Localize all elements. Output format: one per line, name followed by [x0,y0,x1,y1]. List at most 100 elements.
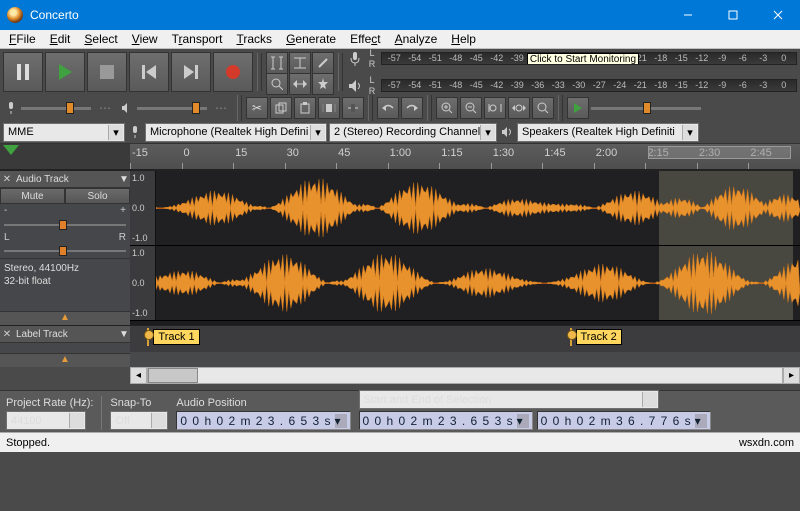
waveform-left[interactable]: 1.00.0-1.0 [130,171,800,246]
meter-hint: Click to Start Monitoring [527,53,639,65]
position-label: Audio Position [176,397,350,409]
pan-slider[interactable] [4,244,126,257]
envelope-tool-icon[interactable] [289,52,311,74]
close-track-button[interactable]: ✕ [0,329,14,340]
close-button[interactable] [755,0,800,30]
copy-button[interactable] [270,97,292,119]
recording-device-combo[interactable]: Microphone (Realtek High Defini▾ [145,123,327,142]
menu-select[interactable]: SelectSelect [77,31,124,47]
multi-tool-icon[interactable] [312,73,334,95]
edit-toolbar: ⋯ ⋯ ✂ [0,95,800,121]
silence-button[interactable] [342,97,364,119]
label-marker[interactable]: Track 1 [143,328,199,346]
track-name[interactable]: Label Track [14,329,118,340]
skip-start-button[interactable] [129,52,169,92]
mic-icon[interactable] [347,46,363,72]
maximize-button[interactable] [710,0,755,30]
recording-meter[interactable]: -57-54-51-48-45-42-39-36-33-30-27-24-21-… [381,52,797,65]
loop-region[interactable] [648,146,791,159]
mute-button[interactable]: Mute [0,188,65,204]
window-title: Concerto [30,8,79,22]
timeshift-tool-icon[interactable] [289,73,311,95]
transport-toolbar: L R -57-54-51-48-45-42-39-36-33-30-27-24… [0,49,800,95]
zoom-in-button[interactable] [436,97,458,119]
fit-selection-button[interactable] [484,97,506,119]
menu-generate[interactable]: GenerateGenerate [279,31,343,47]
app-icon [7,7,23,23]
selection-start-field[interactable]: 0 0 h 0 2 m 2 3 . 6 5 3 s▾ [359,411,533,430]
trim-button[interactable] [318,97,340,119]
stop-button[interactable] [87,52,127,92]
mic-volume-icon [3,95,19,121]
tools-grid [266,52,334,93]
zoom-toggle-button[interactable] [532,97,554,119]
paste-button[interactable] [294,97,316,119]
rate-label: Project Rate (Hz): [6,397,93,409]
track-name[interactable]: Audio Track [14,174,118,185]
zoom-out-button[interactable] [460,97,482,119]
scroll-right-button[interactable]: ▸ [783,367,800,384]
scroll-thumb[interactable] [148,368,198,383]
watermark: wsxdn.com [739,437,794,449]
fit-project-button[interactable] [508,97,530,119]
playhead-icon[interactable] [3,145,19,155]
menu-view[interactable]: ViewView [125,31,165,47]
playback-meter[interactable]: -57-54-51-48-45-42-39-36-33-30-27-24-21-… [381,79,797,92]
chevron-down-icon: ▾ [310,125,325,140]
draw-tool-icon[interactable] [312,52,334,74]
play-button[interactable] [45,52,85,92]
zoom-tool-icon[interactable] [266,73,288,95]
chevron-down-icon: ▾ [108,125,123,140]
snap-to-combo[interactable]: Off▾ [110,411,168,430]
label-track: ✕ Label Track ▼ ▲ Track 1 Track 2 [0,325,800,367]
collapse-button[interactable]: ▲ [0,311,130,325]
audio-host-combo[interactable]: MME▾ [3,123,125,142]
undo-button[interactable] [377,97,399,119]
selection-tool-icon[interactable] [266,52,288,74]
redo-button[interactable] [401,97,423,119]
close-track-button[interactable]: ✕ [0,174,14,185]
minimize-button[interactable] [665,0,710,30]
track-bitdepth: 32-bit float [4,275,126,288]
track-menu-button[interactable]: ▼ [118,329,130,340]
playback-volume-icon [119,95,135,121]
selection-toolbar: Project Rate (Hz): 44100▾ Snap-To Off▾ A… [0,390,800,432]
playback-device-combo[interactable]: Speakers (Realtek High Definiti▾ [517,123,699,142]
menu-file[interactable]: FFileFile [2,31,43,47]
menu-transport[interactable]: TransportTransport [165,31,230,47]
skip-end-button[interactable] [171,52,211,92]
chevron-down-icon: ▾ [682,125,697,140]
project-rate-combo[interactable]: 44100▾ [6,411,86,430]
device-toolbar: MME▾ Microphone (Realtek High Defini▾ 2 … [0,121,800,143]
chevron-down-icon: ▾ [480,125,495,140]
audio-track: ✕ Audio Track ▼ Mute Solo -+ LR Stereo, … [0,170,800,325]
menu-edit[interactable]: EditEdit [43,31,78,47]
recording-channels-combo[interactable]: 2 (Stereo) Recording Channels▾ [329,123,497,142]
selection-end-field[interactable]: 0 0 h 0 2 m 3 6 . 7 7 6 s▾ [537,411,711,430]
gain-slider[interactable] [4,218,126,231]
recording-volume-slider[interactable] [21,101,91,115]
track-control-panel: ✕ Audio Track ▼ Mute Solo -+ LR Stereo, … [0,171,130,325]
timeline-ruler[interactable]: -1501530451:001:151:301:452:002:152:302:… [0,143,800,170]
pause-button[interactable] [3,52,43,92]
label-marker[interactable]: Track 2 [566,328,622,346]
scroll-left-button[interactable]: ◂ [130,367,147,384]
solo-button[interactable]: Solo [65,188,130,204]
track-area: ✕ Audio Track ▼ Mute Solo -+ LR Stereo, … [0,170,800,367]
track-format: Stereo, 44100Hz [4,262,126,275]
speaker-icon[interactable] [347,73,363,99]
playback-speed-slider[interactable] [591,101,701,115]
record-button[interactable] [213,52,253,92]
playback-volume-slider[interactable] [137,101,207,115]
horizontal-scrollbar[interactable]: ◂ ▸ [130,367,800,384]
label-lane[interactable]: Track 1 Track 2 [130,326,800,352]
collapse-button[interactable]: ▲ [0,353,130,367]
track-menu-button[interactable]: ▼ [118,174,130,185]
play-at-speed-button[interactable] [567,97,589,119]
audio-position-field[interactable]: 0 0 h 0 2 m 2 3 . 6 5 3 s▾ [176,411,350,430]
titlebar: Concerto [0,0,800,30]
selection-mode-combo[interactable]: Start and End of Selection▾ [359,390,659,409]
menu-tracks[interactable]: TracksTracks [230,31,280,47]
cut-button[interactable]: ✂ [246,97,268,119]
waveform-right[interactable]: 1.00.0-1.0 [130,246,800,321]
